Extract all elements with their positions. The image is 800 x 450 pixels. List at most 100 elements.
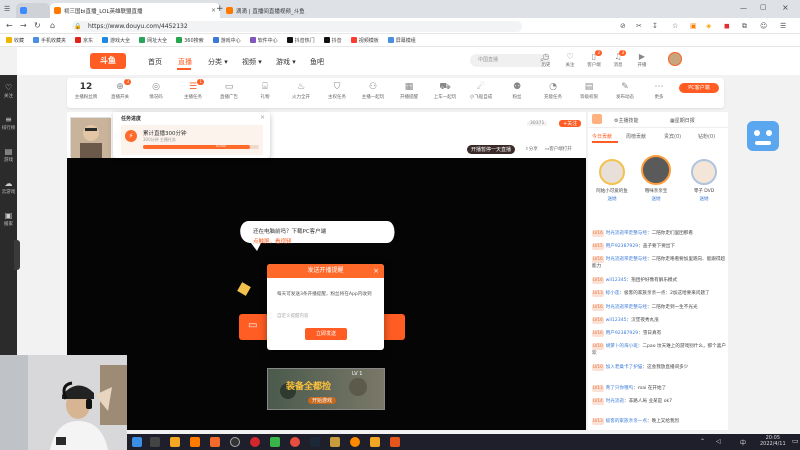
header-history[interactable]: ◷ 历史 [538,52,554,68]
top-item-skill[interactable]: ⚙主播技能 [614,117,639,124]
bookmark-item[interactable]: 抖音热门 [286,37,315,44]
like-tag[interactable]: 开播暂停一天直播 [467,145,516,154]
menu-icon[interactable]: ☰ [780,21,786,31]
steam-icon[interactable] [310,437,320,447]
toolbar-fans[interactable]: ⚉ 粉丝 [502,81,532,100]
folder-icon[interactable] [370,437,380,447]
toolbar-more[interactable]: ⋯ 更多 [644,81,674,100]
mascot-logo[interactable] [743,115,783,160]
video-download-button[interactable]: ▭ [239,314,269,340]
app2-icon[interactable] [390,437,400,447]
nav-video[interactable]: 视频 ▾ [242,57,262,67]
follow-button[interactable]: +关注 [559,120,582,127]
wallet-icon[interactable]: ◈ [706,21,711,31]
streamer-avatar[interactable] [70,117,111,158]
header-follow[interactable]: ♡ 关注 [562,52,578,68]
sidebar-item-move[interactable]: ▣ 搬家 [0,211,17,227]
toolbar-remind[interactable]: ▦ 开播提醒 [394,81,424,100]
window-close-icon[interactable]: × [782,3,789,12]
toolbar-post[interactable]: ✎ 发布动态 [610,81,640,100]
bookmark-item[interactable]: 抖音 [323,37,342,44]
user-icon[interactable]: ☺ [760,21,767,31]
search-icon[interactable] [150,437,160,447]
sidebar-item-follow[interactable]: ♡ 关注 [0,83,17,99]
toolbar-shield[interactable]: ⛉ 主权任务 [322,81,352,100]
bookmark-item[interactable]: 软件中心 [249,37,278,44]
toolbar-car[interactable]: ⛟ 上车一起玩 [430,81,460,100]
tab-today[interactable]: 今日贡献 [592,133,612,140]
new-tab-button[interactable]: + [216,4,224,14]
window-maximize-icon[interactable]: ▢ [760,3,767,11]
dialog-input[interactable]: 自定义提醒内容 [277,312,375,322]
clock[interactable]: 20:05 2022/4/11 [760,435,786,447]
tab-vip[interactable]: 贵宾(0) [664,133,681,140]
bookmark-item[interactable]: 手机收藏夹 [33,37,66,44]
client-open-button[interactable]: ▭客户端打开 [545,146,572,152]
home-icon[interactable]: ⌂ [50,21,55,31]
toolbar-power[interactable]: ⊕ 直播开关 3 [105,79,135,100]
douyu-app-icon[interactable] [210,437,220,447]
bookmark-item[interactable]: 视频模板 [350,37,379,44]
nav-category[interactable]: 分类 ▾ [208,57,228,67]
pc-client-button[interactable]: PC客户端 [679,83,719,93]
sale-icon[interactable]: ◼ [724,21,730,31]
nav-live[interactable]: 直播 [178,57,192,67]
toolbar-play-together[interactable]: ⚇ 主播一起玩 [358,81,388,100]
toolbar-task[interactable]: ☰ 主播任务 1 [178,79,208,100]
toolbar-gift[interactable]: ⌸ 礼物 [250,81,280,100]
lol-icon[interactable] [330,437,340,447]
task-popup-close-icon[interactable]: × [260,114,265,121]
network-icon[interactable]: ⌃ [700,438,705,445]
toolbar-energy[interactable]: ◔ 充能任务 [538,81,568,100]
toolbar-level[interactable]: 12 主播粉丝牌 [71,81,101,100]
browser-tab-2[interactable]: 滴滴 | 直播间直播视频_斗鱼 × [222,3,308,18]
ad-start-button[interactable]: 开始游戏 [308,397,337,404]
app-icon[interactable] [170,437,180,447]
input-language[interactable]: 中 [740,438,746,447]
nav-yuba[interactable]: 鱼吧 [310,57,324,67]
url-input[interactable]: 🔒 https://www.douyu.com/4452132 [72,21,522,32]
netease-icon[interactable] [250,437,260,447]
toolbar-level-perm[interactable]: ▤ 等级权限 [574,81,604,100]
browser-menu-icon[interactable]: ☰ [4,5,10,13]
toolbar-ad[interactable]: ▭ 直播广告 [214,81,244,100]
toolbar-fire[interactable]: ♨ 火力全开 [286,81,316,100]
notification-icon[interactable]: ▭ [792,437,799,445]
browser-icon[interactable] [190,437,200,447]
bookmark-item[interactable]: 京东 [75,37,93,44]
bookmark-item[interactable]: 网址大全 [139,37,167,44]
rank-item-2[interactable]: 哦咪亲亲宝 送她 [638,155,674,202]
wechat-icon[interactable] [270,437,280,447]
back-icon[interactable]: ← [6,21,13,31]
block-icon[interactable]: ⊘ [620,21,626,31]
share-button[interactable]: ⇪分享 [525,146,538,152]
bookmark-item[interactable]: 屏幕模组 [387,37,416,44]
sidebar-collapse-handle[interactable] [14,240,20,270]
rank-item-3[interactable]: 零子 DVD 送她 [686,159,722,202]
rank-item-1[interactable]: 阿姑小可爱的鱼 送她 [594,159,630,202]
toolbar-signal[interactable]: ◎ 情况码 [141,81,171,100]
bookmark-item[interactable]: 游戏中心 [212,37,241,44]
cut-icon[interactable]: ✂ [636,21,642,31]
chrome-icon[interactable] [230,437,240,447]
game-ad-banner[interactable]: LV 1 装备全都捡 开始游戏 [267,368,385,410]
favorite-icon[interactable]: ☆ [672,21,678,31]
nav-home[interactable]: 首页 [148,57,162,67]
weibo-icon[interactable] [290,437,300,447]
sidebar-item-rank[interactable]: ≡ 排行榜 [0,115,17,131]
nav-game[interactable]: 游戏 ▾ [276,57,296,67]
sidebar-item-game[interactable]: ▤ 游戏 [0,147,17,163]
user-avatar[interactable] [668,52,682,66]
bookmark-item[interactable]: 游戏大全 [102,37,130,44]
dialog-send-button[interactable]: 立即发送 [305,328,347,340]
puzzle-icon[interactable]: ⧉ [742,21,747,31]
header-client[interactable]: ▯ 客户端 2 [586,50,602,68]
bookmark-item[interactable]: 360搜索 [176,37,204,44]
forward-icon[interactable]: → [20,21,27,31]
reload-icon[interactable]: ↻ [34,21,41,31]
douyu-logo[interactable]: 斗鱼 [90,53,126,69]
download-icon[interactable]: ↧ [652,21,658,31]
header-broadcast[interactable]: ▶ 开播 [634,52,650,68]
header-message[interactable]: ♫ 消息 3 [610,50,626,68]
volume-icon[interactable]: ◁ [716,438,721,445]
